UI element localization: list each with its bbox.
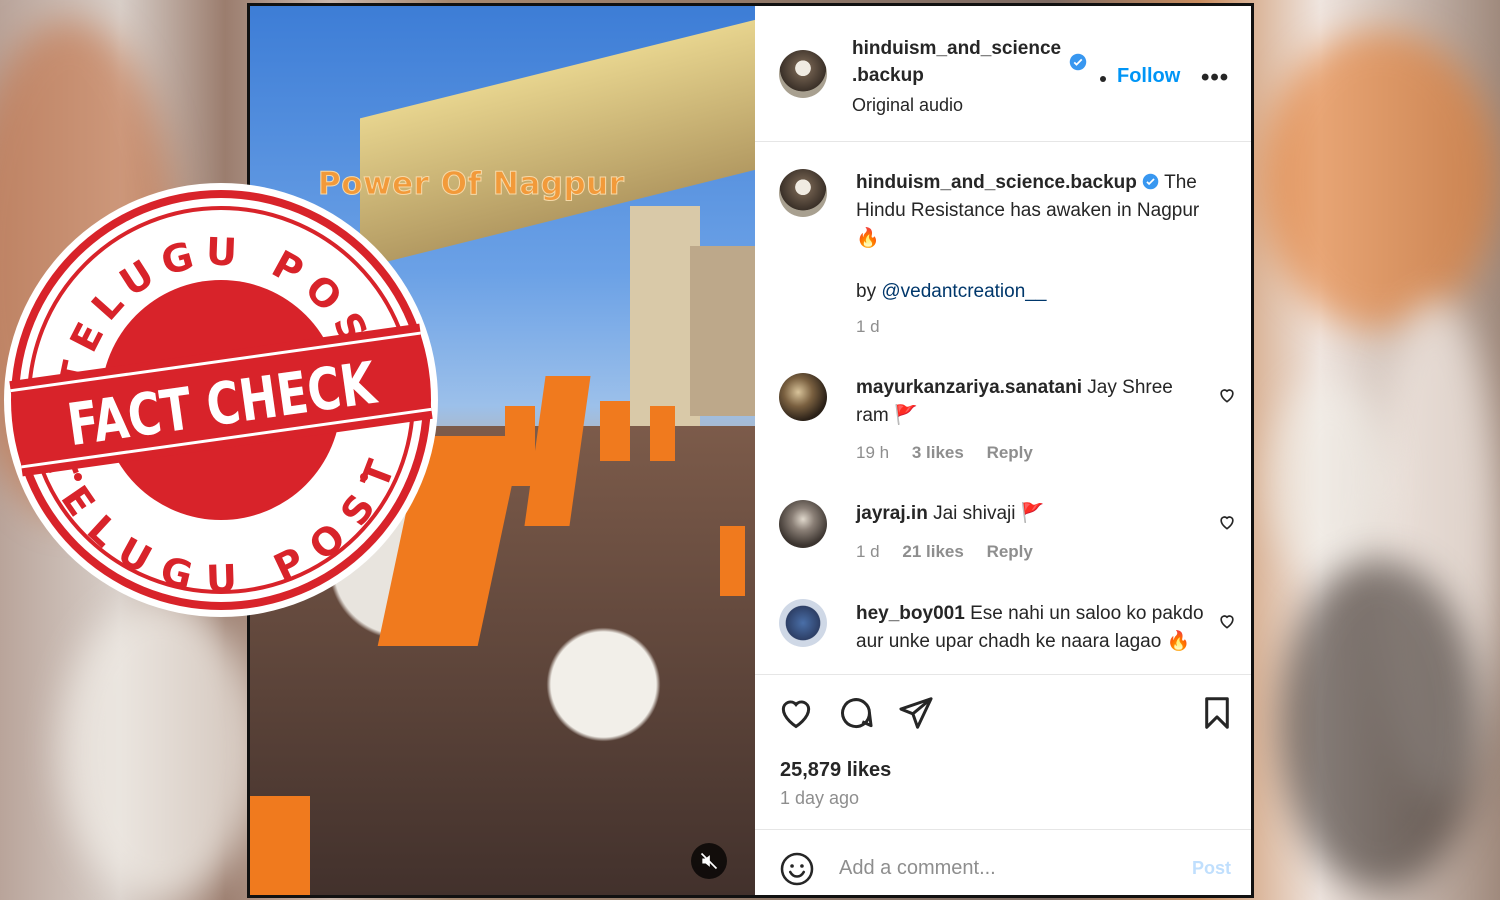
- video-flag: [250, 796, 310, 895]
- comment-meta: 19 h 3 likes Reply: [856, 443, 1051, 463]
- comment-username[interactable]: mayurkanzariya.sanatani: [856, 377, 1082, 398]
- reply-button[interactable]: Reply: [987, 443, 1033, 462]
- fact-check-stamp: TELUGU POST TELUGU POST FACT CHECK: [8, 187, 434, 613]
- like-heart-icon[interactable]: [777, 694, 815, 732]
- save-bookmark-icon[interactable]: [1198, 694, 1236, 732]
- comment-text: Jai shivaji 🚩: [933, 503, 1045, 524]
- post-date: 1 day ago: [780, 788, 860, 808]
- header-username-line2[interactable]: .backup: [852, 65, 924, 87]
- post-comment-button[interactable]: Post: [1192, 858, 1231, 879]
- comments-list[interactable]: hinduism_and_science.backup The Hindu Re…: [755, 143, 1251, 673]
- comment-username[interactable]: hey_boy001: [856, 603, 965, 624]
- caption: hinduism_and_science.backup The Hindu Re…: [856, 169, 1206, 253]
- mute-button[interactable]: [691, 843, 727, 879]
- like-comment-heart-icon[interactable]: [1217, 611, 1237, 631]
- comment-avatar[interactable]: [779, 500, 827, 548]
- caption-credit: by @vedantcreation__: [856, 278, 1206, 306]
- comment-body: mayurkanzariya.sanatani Jay Shree ram 🚩: [856, 374, 1206, 430]
- verified-badge-icon: [1142, 173, 1159, 190]
- comment-likes[interactable]: 21 likes: [902, 542, 963, 561]
- header-username-line1[interactable]: hinduism_and_science: [852, 38, 1061, 60]
- fact-check-stamp-graphic: TELUGU POST TELUGU POST FACT CHECK: [9, 190, 433, 610]
- caption-time: 1 d: [856, 317, 898, 337]
- video-flag: [650, 406, 675, 461]
- video-building-scene: [690, 246, 755, 416]
- caption-username[interactable]: hinduism_and_science.backup: [856, 172, 1137, 193]
- post-side-panel: hinduism_and_science .backup Follow ••• …: [755, 6, 1251, 895]
- comment-likes[interactable]: 3 likes: [912, 443, 964, 462]
- share-paper-plane-icon[interactable]: [897, 694, 935, 732]
- caption-avatar[interactable]: [779, 169, 827, 217]
- more-options-button[interactable]: •••: [1201, 64, 1229, 92]
- emoji-smiley-icon[interactable]: [779, 851, 815, 887]
- comment-meta: 1 d 21 likes Reply: [856, 542, 1051, 562]
- speaker-muted-icon: [700, 852, 718, 870]
- comment-time: 19 h: [856, 443, 890, 462]
- likes-count[interactable]: 25,879 likes: [780, 759, 891, 782]
- comment-bubble-icon[interactable]: [837, 694, 875, 732]
- comment-avatar[interactable]: [779, 599, 827, 647]
- post-actions-bar: 25,879 likes 1 day ago: [755, 674, 1251, 829]
- comment-body: hey_boy001 Ese nahi un saloo ko pakdo au…: [856, 600, 1206, 656]
- follow-button[interactable]: Follow: [1117, 65, 1180, 88]
- mention-link[interactable]: @vedantcreation__: [881, 281, 1046, 302]
- original-audio-link[interactable]: Original audio: [852, 95, 963, 116]
- comment-avatar[interactable]: [779, 373, 827, 421]
- like-comment-heart-icon[interactable]: [1217, 512, 1237, 532]
- separator-dot-icon: [1100, 76, 1106, 82]
- reply-button[interactable]: Reply: [987, 542, 1033, 561]
- verified-badge-icon: [1069, 53, 1087, 71]
- video-flag: [505, 406, 535, 486]
- comment-time: 1 d: [856, 542, 880, 561]
- post-header: hinduism_and_science .backup Follow ••• …: [755, 6, 1251, 142]
- caption-timestamp: 1 d: [856, 317, 880, 336]
- comment-composer: Add a comment... Post: [755, 829, 1251, 895]
- add-comment-input[interactable]: Add a comment...: [839, 857, 996, 880]
- comment-username[interactable]: jayraj.in: [856, 503, 928, 524]
- caption-by-prefix: by: [856, 281, 882, 302]
- comment-body: jayraj.in Jai shivaji 🚩: [856, 500, 1206, 528]
- video-flag: [600, 401, 630, 461]
- avatar[interactable]: [779, 50, 827, 98]
- video-flag: [720, 526, 745, 596]
- like-comment-heart-icon[interactable]: [1217, 385, 1237, 405]
